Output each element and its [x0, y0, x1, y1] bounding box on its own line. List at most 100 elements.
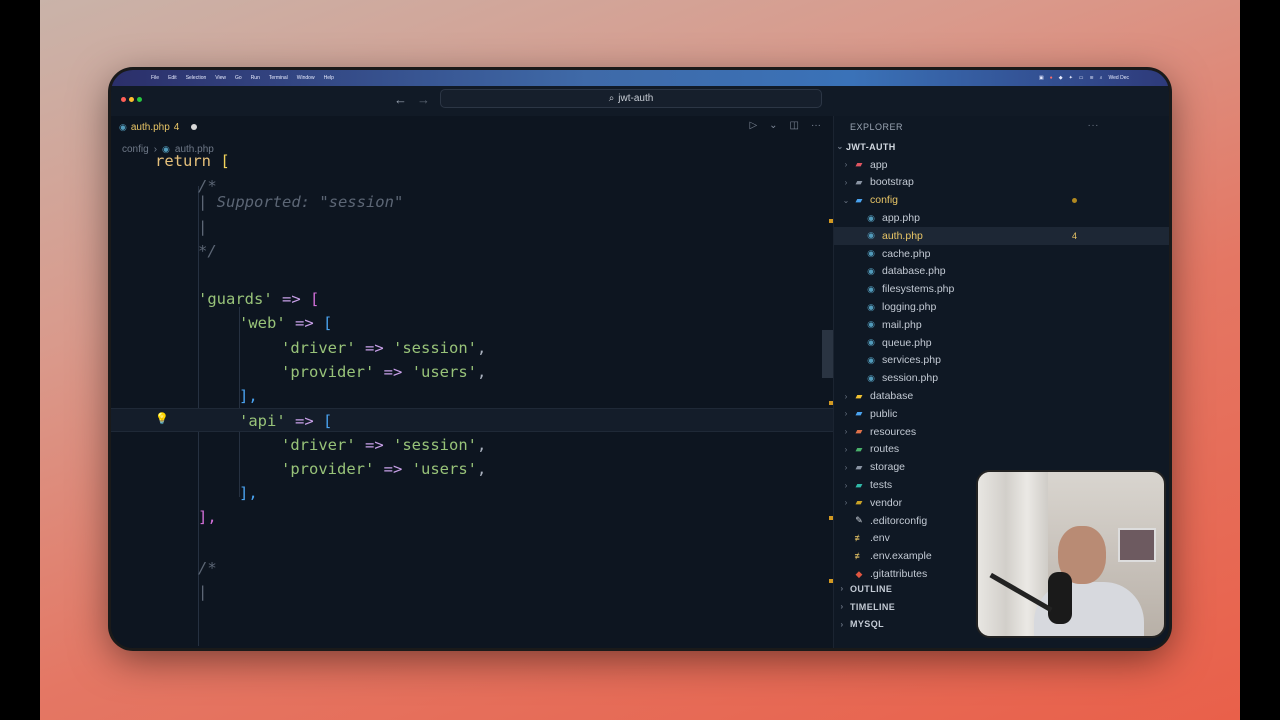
code-line: | — [198, 218, 208, 236]
more-actions-icon[interactable]: ··· — [1088, 120, 1100, 131]
menu-window[interactable]: Window — [297, 75, 315, 81]
workspace-title: jwt-auth — [618, 93, 654, 104]
tray-icon[interactable]: ▣ — [1039, 75, 1044, 81]
tree-folder-app[interactable]: › ▰ app — [834, 156, 1169, 174]
chevron-right-icon: › — [844, 444, 848, 454]
explorer-header: EXPLORER ··· — [834, 116, 1169, 138]
tree-file-logging-php[interactable]: ◉ logging.php — [834, 298, 1169, 316]
lightbulb-icon[interactable]: 💡 — [155, 412, 169, 425]
code-line: | Supported: "session" — [198, 193, 404, 211]
forward-arrow-icon[interactable]: → — [417, 92, 430, 107]
env-file-icon: ≢ — [854, 533, 864, 544]
workspace-root[interactable]: ⌄ JWT-AUTH — [834, 138, 1169, 156]
menu-help[interactable]: Help — [324, 75, 334, 81]
tree-folder-database[interactable]: › ▰ database — [834, 387, 1169, 405]
tree-file-database-php[interactable]: ◉ database.php — [834, 263, 1169, 281]
chevron-right-icon: › — [844, 427, 848, 437]
chevron-down-icon[interactable]: ⌄ — [769, 120, 777, 131]
problem-count: 4 — [173, 121, 180, 133]
nav-arrows: ← → — [394, 92, 430, 107]
folder-icon: ▰ — [855, 443, 863, 454]
title-bar: ← → ⌕ jwt-auth — [111, 86, 1169, 116]
tree-folder-routes[interactable]: › ▰ routes — [834, 441, 1169, 459]
menu-terminal[interactable]: Terminal — [269, 75, 288, 81]
tree-folder-bootstrap[interactable]: › ▰ bootstrap — [834, 174, 1169, 192]
folder-icon: ▰ — [855, 426, 863, 437]
editor-actions: ▷ ⌄ ◫ ··· — [749, 120, 821, 131]
more-actions-icon[interactable]: ··· — [811, 120, 821, 131]
tree-folder-config[interactable]: ⌄ ▰ config — [834, 191, 1169, 209]
breadcrumb-folder[interactable]: config — [122, 144, 149, 155]
folder-icon: ▰ — [855, 408, 863, 419]
webcam-overlay — [976, 470, 1166, 638]
menu-view[interactable]: View — [215, 75, 226, 81]
zoom-window-button[interactable] — [137, 97, 142, 102]
chevron-right-icon: › — [844, 177, 848, 187]
code-editor[interactable]: return [ /* | Supported: "session" | */ … — [111, 152, 833, 648]
php-file-icon: ◉ — [867, 230, 875, 241]
tab-auth-php[interactable]: ◉ auth.php 4 — [111, 116, 206, 138]
php-file-icon: ◉ — [867, 283, 875, 294]
chevron-right-icon: › — [844, 409, 848, 419]
wifi-icon[interactable]: ≋ — [1090, 75, 1094, 81]
chevron-right-icon: › — [840, 602, 844, 612]
tree-file-queue-php[interactable]: ◉ queue.php — [834, 334, 1169, 352]
problem-badge: 4 — [1071, 230, 1077, 241]
tab-filename: auth.php — [130, 121, 170, 133]
tree-folder-public[interactable]: › ▰ public — [834, 405, 1169, 423]
clock-text[interactable]: Wed Dec — [1109, 75, 1129, 81]
webcam-wall-picture — [1118, 528, 1156, 562]
php-file-icon: ◉ — [867, 337, 875, 348]
code-line: 'guards' => [ — [198, 290, 320, 308]
php-file-icon: ◉ — [867, 301, 875, 312]
php-file-icon: ◉ — [119, 121, 127, 132]
tree-file-app-php[interactable]: ◉ app.php — [834, 209, 1169, 227]
run-icon[interactable]: ▷ — [749, 120, 757, 131]
tray-icon[interactable]: ◆ — [1059, 75, 1063, 81]
env-file-icon: ≢ — [854, 551, 864, 562]
chevron-right-icon: › — [844, 391, 848, 401]
chevron-right-icon: › — [840, 584, 844, 594]
modified-dot-icon — [1072, 197, 1077, 203]
tray-icon[interactable]: ✦ — [1069, 75, 1073, 81]
split-editor-icon[interactable]: ◫ — [790, 120, 799, 131]
tree-file-filesystems-php[interactable]: ◉ filesystems.php — [834, 280, 1169, 298]
battery-icon[interactable]: ▭ — [1079, 75, 1084, 81]
editor-area: ◉ auth.php 4 ▷ ⌄ ◫ ··· config › ◉ auth.p… — [111, 116, 833, 648]
tree-file-cache-php[interactable]: ◉ cache.php — [834, 245, 1169, 263]
window-controls — [121, 97, 142, 102]
php-file-icon: ◉ — [867, 248, 875, 259]
mac-menubar: File Edit Selection View Go Run Terminal… — [111, 70, 1169, 86]
menu-run[interactable]: Run — [251, 75, 260, 81]
unsaved-dot-icon[interactable] — [191, 124, 198, 130]
command-center-search[interactable]: ⌕ jwt-auth — [440, 89, 822, 108]
php-file-icon: ◉ — [867, 319, 875, 330]
tree-folder-resources[interactable]: › ▰ resources — [834, 423, 1169, 441]
explorer-title: EXPLORER — [850, 122, 904, 132]
chevron-right-icon: › — [844, 462, 848, 472]
folder-icon: ▰ — [855, 497, 863, 508]
menu-file[interactable]: File — [151, 75, 159, 81]
tree-file-session-php[interactable]: ◉ session.php — [834, 369, 1169, 387]
php-file-icon: ◉ — [867, 372, 875, 383]
current-code-line: 'api' => [ — [111, 408, 833, 432]
tree-file-services-php[interactable]: ◉ services.php — [834, 352, 1169, 370]
search-icon[interactable]: ⌕ — [1100, 75, 1103, 81]
back-arrow-icon[interactable]: ← — [394, 92, 407, 107]
menu-go[interactable]: Go — [235, 75, 242, 81]
record-icon[interactable]: ● — [1050, 75, 1053, 81]
code-line: | — [198, 583, 208, 601]
folder-icon: ▰ — [855, 159, 863, 170]
tree-file-auth-php[interactable]: ◉ auth.php 4 — [834, 226, 1169, 245]
editor-tabs: ◉ auth.php 4 ▷ ⌄ ◫ ··· — [111, 116, 833, 138]
tree-file-mail-php[interactable]: ◉ mail.php — [834, 316, 1169, 334]
close-window-button[interactable] — [121, 97, 126, 102]
php-file-icon: ◉ — [867, 265, 875, 276]
menu-edit[interactable]: Edit — [168, 75, 177, 81]
menu-selection[interactable]: Selection — [186, 75, 207, 81]
minimize-window-button[interactable] — [129, 97, 134, 102]
search-icon: ⌕ — [608, 93, 615, 104]
folder-icon: ▰ — [855, 461, 863, 472]
code-line: return [ — [155, 152, 230, 170]
php-file-icon: ◉ — [867, 354, 875, 365]
